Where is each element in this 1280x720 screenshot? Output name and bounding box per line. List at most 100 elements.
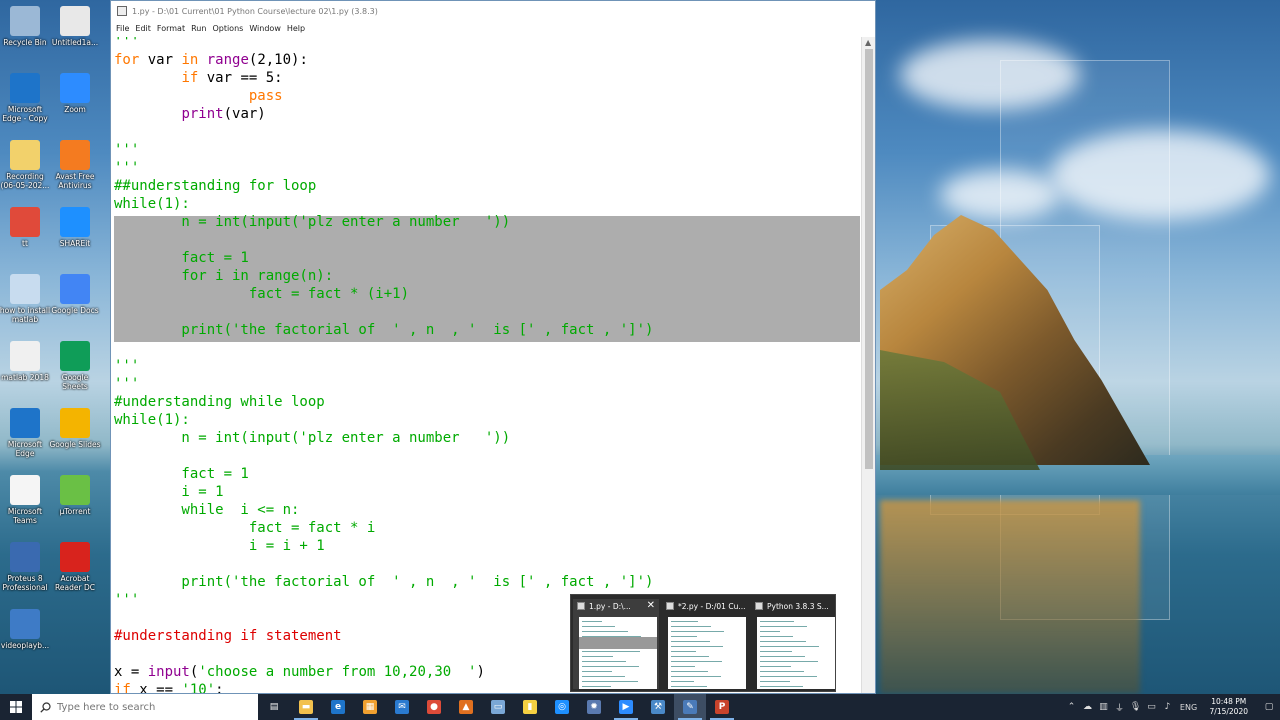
usb-icon[interactable]: ⏚: [1112, 694, 1128, 720]
thumbnail-line: [671, 686, 707, 687]
taskbar-proteus[interactable]: ✹: [578, 694, 610, 720]
windows-icon: [10, 701, 22, 713]
taskbar-zoom[interactable]: ▶: [610, 694, 642, 720]
taskbar-chrome[interactable]: ●: [418, 694, 450, 720]
pinned-apps: ▤ ▬ e ▦ ✉ ● ▲ ▭ ▮ ◎ ✹ ▶ ⚒ ✎ P: [258, 694, 738, 720]
desktop-icon[interactable]: Microsoft Edge: [0, 408, 52, 458]
scroll-up-icon[interactable]: ▲: [865, 38, 871, 47]
desktop-icon[interactable]: matlab 2018: [0, 341, 52, 382]
code-line: ''': [114, 159, 139, 177]
desktop-icon-label: matlab 2018: [1, 373, 49, 382]
code-token: if: [181, 70, 207, 86]
desktop-icon[interactable]: Google Sheets: [48, 341, 102, 391]
desktop-icon-label: Zoom: [64, 105, 86, 114]
clock[interactable]: 10:48 PM 7/15/2020: [1210, 697, 1248, 717]
window-preview[interactable]: 1.py - D:\... ✕: [573, 599, 659, 689]
taskbar-task-view[interactable]: ▤: [258, 694, 290, 720]
desktop-icon[interactable]: Recording (06-05-202...: [0, 140, 52, 190]
code-line: ''': [114, 37, 139, 51]
code-token: fact = fact * i: [114, 520, 376, 536]
taskbar-matlab[interactable]: ▲: [450, 694, 482, 720]
battery-icon[interactable]: ▭: [1144, 694, 1160, 720]
thumbnail-line: [671, 641, 710, 642]
start-button[interactable]: [0, 694, 32, 720]
code-line: if x == '10':: [114, 681, 224, 693]
network-icon[interactable]: ▥: [1096, 694, 1112, 720]
code-token: n = int(input('plz enter a number ')): [114, 214, 511, 230]
google-docs-icon: [60, 274, 90, 304]
preview-thumbnail: [757, 617, 835, 689]
chevron-up-icon[interactable]: ⌃: [1064, 694, 1080, 720]
code-line: for i in range(n):: [114, 267, 333, 285]
code-token: ''': [114, 358, 140, 374]
desktop-icon[interactable]: SHAREit: [48, 207, 102, 248]
idle-editor-window[interactable]: 1.py - D:\01 Current\01 Python Course\le…: [110, 0, 876, 694]
scrollbar-thumb[interactable]: [865, 49, 873, 469]
taskbar-network-tool[interactable]: ⚒: [642, 694, 674, 720]
close-icon[interactable]: ✕: [647, 600, 655, 611]
taskbar-shareit[interactable]: ◎: [546, 694, 578, 720]
desktop-icon[interactable]: Microsoft Edge - Copy: [0, 73, 52, 123]
desktop-icon[interactable]: Acrobat Reader DC: [48, 542, 102, 592]
menu-window[interactable]: Window: [249, 24, 281, 33]
desktop-icon[interactable]: Microsoft Teams: [0, 475, 52, 525]
menu-options[interactable]: Options: [212, 24, 243, 33]
volume-icon[interactable]: ♪: [1160, 694, 1176, 720]
menu-run[interactable]: Run: [191, 24, 206, 33]
taskbar-store[interactable]: ▦: [354, 694, 386, 720]
microphone-icon[interactable]: 🎙: [1128, 694, 1144, 720]
thumbnail-line: [582, 626, 615, 627]
desktop-icon[interactable]: µTorrent: [48, 475, 102, 516]
code-token: (2,10):: [248, 52, 308, 68]
desktop-icon[interactable]: tt: [0, 207, 52, 248]
title-bar[interactable]: 1.py - D:\01 Current\01 Python Course\le…: [111, 1, 875, 21]
desktop-icon[interactable]: how to install matlab: [0, 274, 52, 324]
code-token: for: [114, 52, 148, 68]
menu-edit[interactable]: Edit: [135, 24, 151, 33]
code-token: (var): [223, 106, 266, 122]
onedrive-icon[interactable]: ☁: [1080, 694, 1096, 720]
code-token: 'choose a number from 10,20,30 ': [198, 664, 477, 680]
language-indicator[interactable]: ENG: [1176, 694, 1202, 720]
taskbar-edge[interactable]: e: [322, 694, 354, 720]
code-line: fact = 1: [114, 249, 248, 267]
code-token: x =: [114, 664, 148, 680]
menu-file[interactable]: File: [116, 24, 129, 33]
code-token: while i <= n:: [114, 502, 300, 518]
desktop-icon[interactable]: Avast Free Antivirus: [48, 140, 102, 190]
window-preview[interactable]: *2.py - D:/01 Cu...: [662, 599, 748, 689]
taskbar-powerpoint[interactable]: P: [706, 694, 738, 720]
desktop-icon[interactable]: Google Slides: [48, 408, 102, 449]
code-line: i = i + 1: [114, 537, 325, 555]
desktop-icon[interactable]: Zoom: [48, 73, 102, 114]
taskbar-python-idle[interactable]: ✎: [674, 694, 706, 720]
desktop-icon[interactable]: Proteus 8 Professional: [0, 542, 52, 592]
code-line: i = 1: [114, 483, 223, 501]
desktop-icon[interactable]: Untitled1a...: [48, 6, 102, 47]
taskbar-mail[interactable]: ✉: [386, 694, 418, 720]
code-token: while(1):: [114, 412, 190, 428]
menu-help[interactable]: Help: [287, 24, 305, 33]
desktop-icon[interactable]: Google Docs: [48, 274, 102, 315]
desktop-icon-label: Acrobat Reader DC: [55, 574, 95, 592]
taskbar-search-box[interactable]: [32, 694, 258, 720]
notifications-icon[interactable]: ▢: [1258, 694, 1280, 720]
thumbnail-selection: [579, 637, 657, 649]
vertical-scrollbar[interactable]: ▲: [861, 37, 875, 693]
text-file-icon: [10, 341, 40, 371]
menu-format[interactable]: Format: [157, 24, 185, 33]
thumbnail-line: [760, 661, 818, 662]
taskbar-sticky-notes[interactable]: ▮: [514, 694, 546, 720]
thumbnail-line: [760, 666, 791, 667]
taskbar-file-explorer[interactable]: ▬: [290, 694, 322, 720]
idle-app-icon: [577, 602, 585, 610]
window-preview[interactable]: Python 3.8.3 S...: [751, 599, 837, 689]
code-token: range: [206, 52, 249, 68]
search-input[interactable]: [57, 701, 247, 713]
desktop-icon[interactable]: videoplayb...: [0, 609, 52, 650]
taskbar-notepad[interactable]: ▭: [482, 694, 514, 720]
proteus-icon: [10, 542, 40, 572]
desktop-icon[interactable]: Recycle Bin: [0, 6, 52, 47]
